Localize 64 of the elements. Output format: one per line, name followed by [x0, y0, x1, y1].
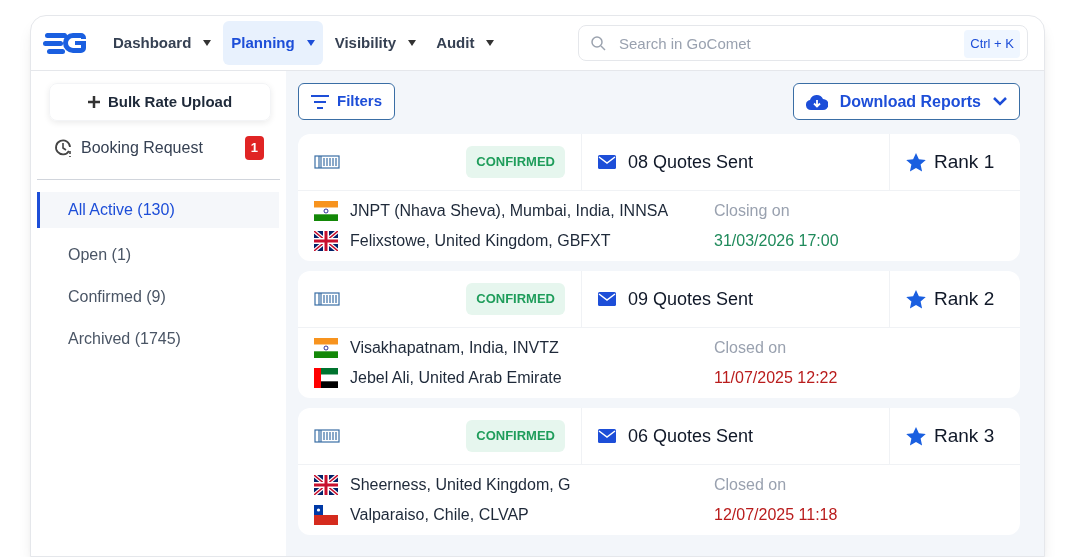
status-badge: CONFIRMED: [466, 283, 565, 315]
deadline-label: Closed on: [714, 338, 788, 358]
rank-label: Rank 2: [934, 286, 995, 311]
envelope-icon: [598, 292, 616, 306]
sidebar-item[interactable]: Archived (1745): [37, 324, 279, 354]
sidebar-item[interactable]: Open (1): [37, 240, 279, 270]
shipment-card[interactable]: CONFIRMED 06 Quotes Sent Rank 3 Sheerness, United Kingdom, G Valparaiso, Chile, CLVAP Closed on 12/07/2025 11:18: [298, 408, 1020, 535]
booking-request-item[interactable]: Booking Request 1: [53, 133, 264, 163]
flag-icon: [314, 505, 338, 525]
bulk-rate-upload-button[interactable]: Bulk Rate Upload: [49, 83, 271, 121]
port-name: Valparaiso, Chile, CLVAP: [350, 505, 529, 525]
search-icon: [590, 35, 606, 51]
nav-tab[interactable]: Dashboard: [105, 21, 220, 65]
status-badge: CONFIRMED: [466, 146, 565, 178]
rank-label: Rank 1: [934, 149, 995, 174]
envelope-icon: [598, 155, 616, 169]
notification-badge: 1: [244, 136, 264, 160]
container-icon: [314, 155, 340, 169]
deadline-label: Closing on: [714, 201, 791, 221]
quotes-count: 08 Quotes Sent: [628, 150, 754, 174]
port-name: JNPT (Nhava Sheva), Mumbai, India, INNSA: [350, 201, 669, 221]
logo-icon[interactable]: [43, 30, 89, 56]
cloud-download-icon: [805, 93, 828, 110]
clock-icon: [53, 138, 73, 158]
sidebar-item[interactable]: All Active (130): [37, 192, 279, 228]
port-name: Visakhapatnam, India, INVTZ: [350, 338, 559, 358]
plus-icon: [87, 96, 100, 108]
deadline-date: 12/07/2025 11:18: [714, 505, 838, 525]
caret-icon: [486, 40, 495, 46]
port-name: Jebel Ali, United Arab Emirate: [350, 368, 562, 388]
deadline-date: 31/03/2026 17:00: [714, 231, 839, 251]
port-name: Sheerness, United Kingdom, G: [350, 475, 571, 495]
caret-icon: [203, 40, 212, 46]
star-icon: [906, 289, 926, 309]
port-name: Felixstowe, United Kingdom, GBFXT: [350, 231, 611, 251]
container-icon: [314, 292, 340, 306]
nav-tab[interactable]: Visibility: [326, 21, 425, 65]
flag-icon: [314, 475, 338, 495]
quotes-count: 09 Quotes Sent: [628, 287, 754, 311]
deadline-date: 11/07/2025 12:22: [714, 368, 838, 388]
chevron-down-icon: [993, 97, 1007, 106]
status-badge: CONFIRMED: [466, 420, 565, 452]
sidebar-item[interactable]: Confirmed (9): [37, 282, 279, 312]
download-reports-button[interactable]: Download Reports: [792, 83, 1020, 120]
quotes-count: 06 Quotes Sent: [628, 424, 754, 448]
flag-icon: [314, 231, 338, 251]
star-icon: [906, 426, 926, 446]
envelope-icon: [598, 429, 616, 443]
deadline-label: Closed on: [714, 475, 788, 495]
shipment-card[interactable]: CONFIRMED 09 Quotes Sent Rank 2 Visakhapatnam, India, INVTZ Jebel Ali, United Arab Emirate Closed on 11/07/2025 12:22: [298, 271, 1020, 398]
keyboard-shortcut: Ctrl + K: [964, 30, 1020, 58]
shipment-card[interactable]: CONFIRMED 08 Quotes Sent Rank 1 JNPT (Nhava Sheva), Mumbai, India, INNSA Felixstowe, United Kingdom, GBFXT Closing on 31/03/2026 17:00: [298, 134, 1020, 261]
nav-tab[interactable]: Planning: [223, 21, 323, 65]
star-icon: [906, 152, 926, 172]
filter-icon: [311, 94, 329, 109]
caret-icon: [408, 40, 417, 46]
caret-icon: [306, 40, 315, 46]
nav-tab[interactable]: Audit: [428, 21, 503, 65]
rank-label: Rank 3: [934, 423, 995, 448]
filters-button[interactable]: Filters: [298, 83, 395, 120]
flag-icon: [314, 338, 338, 358]
flag-icon: [314, 368, 338, 388]
flag-icon: [314, 201, 338, 221]
container-icon: [314, 429, 340, 443]
